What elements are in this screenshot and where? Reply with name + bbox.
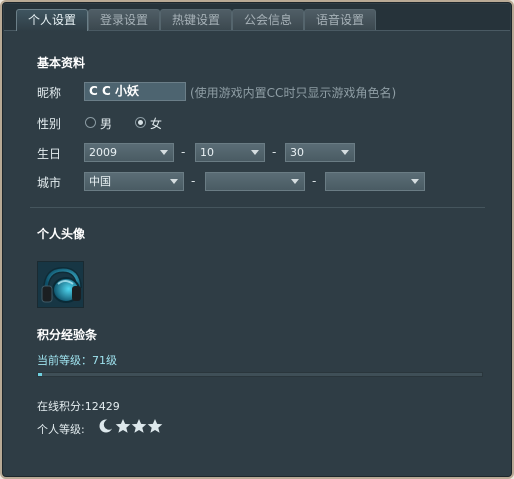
separator: - — [312, 174, 317, 188]
star-icon — [115, 419, 131, 433]
chevron-down-icon — [160, 150, 168, 155]
personal-level-label: 个人等级: — [37, 423, 85, 436]
birthday-label: 生日 — [37, 147, 62, 161]
exp-heading: 积分经验条 — [37, 328, 98, 342]
gender-label: 性别 — [37, 117, 62, 131]
moon-icon — [99, 419, 115, 433]
star-icon — [147, 419, 163, 433]
star-icon — [131, 419, 147, 433]
chevron-down-icon — [251, 150, 259, 155]
current-level-text: 当前等级：71级 — [37, 354, 117, 367]
country-select[interactable]: 中国 — [84, 172, 184, 191]
city-label: 城市 — [37, 176, 62, 190]
birth-year-value: 2009 — [89, 146, 117, 159]
gender-male-radio[interactable] — [85, 117, 96, 128]
country-value: 中国 — [89, 175, 111, 188]
gender-male-label[interactable]: 男 — [100, 115, 112, 132]
gender-female-radio[interactable] — [135, 117, 146, 128]
gender-female-label[interactable]: 女 — [150, 115, 162, 132]
nickname-input[interactable]: C C 小妖 — [84, 82, 186, 101]
basic-info-heading: 基本资料 — [37, 56, 86, 70]
birth-month-value: 10 — [200, 146, 214, 159]
separator: - — [272, 145, 277, 159]
online-points-text: 在线积分:12429 — [37, 400, 120, 413]
chevron-down-icon — [291, 179, 299, 184]
radio-selected-dot — [138, 120, 143, 125]
birth-day-value: 30 — [290, 146, 304, 159]
city-select[interactable] — [325, 172, 425, 191]
avatar-heading: 个人头像 — [37, 227, 86, 241]
birth-month-select[interactable]: 10 — [195, 143, 265, 162]
level-badges — [98, 418, 168, 434]
chevron-down-icon — [170, 179, 178, 184]
chevron-down-icon — [411, 179, 419, 184]
chevron-down-icon — [341, 150, 349, 155]
nickname-label: 昵称 — [37, 86, 62, 100]
nickname-hint: (使用游戏内置CC时只显示游戏角色名) — [190, 86, 397, 100]
exp-progress-fill — [38, 373, 42, 376]
exp-progress-bar — [37, 372, 483, 377]
birth-day-select[interactable]: 30 — [285, 143, 355, 162]
separator: - — [191, 174, 196, 188]
headphones-avatar-icon — [38, 262, 83, 307]
separator: - — [181, 145, 186, 159]
section-divider — [30, 207, 485, 208]
avatar[interactable] — [37, 261, 84, 308]
province-select[interactable] — [205, 172, 305, 191]
birth-year-select[interactable]: 2009 — [84, 143, 174, 162]
